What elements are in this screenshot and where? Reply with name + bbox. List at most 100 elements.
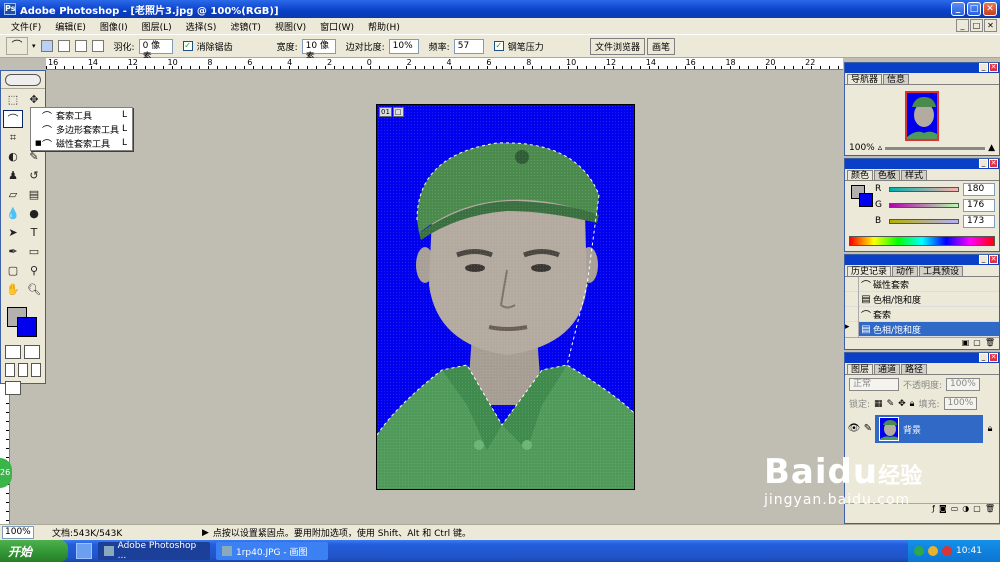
zoom-in-icon[interactable]: ▲ xyxy=(988,143,995,153)
tab-styles[interactable]: 样式 xyxy=(901,170,928,181)
tab-layers[interactable]: 图层 xyxy=(847,364,874,375)
history-brush-icon[interactable]: ↺ xyxy=(24,167,44,185)
image-canvas[interactable]: 01 □ xyxy=(376,104,635,490)
red-value-input[interactable]: 180 xyxy=(963,182,995,196)
tab-tool-presets[interactable]: 工具预设 xyxy=(919,266,964,277)
doc-size-readout[interactable]: 文档:543K/543K xyxy=(52,526,202,539)
lock-paint-icon[interactable]: ✎ xyxy=(887,399,895,409)
flyout-item-lasso[interactable]: ⌒ 套索工具 L xyxy=(31,108,132,123)
color-spectrum-bar[interactable] xyxy=(849,236,995,246)
fill-input[interactable]: 100% xyxy=(943,397,978,410)
doc-minimize-button[interactable]: _ xyxy=(956,19,969,32)
delete-layer-icon[interactable]: 🗑︎ xyxy=(985,504,995,515)
menu-filter[interactable]: 滤镜(T) xyxy=(223,20,268,33)
pen-tool-icon[interactable]: ✒ xyxy=(3,243,23,261)
pen-pressure-checkbox[interactable]: ✓ xyxy=(493,41,504,51)
new-document-icon[interactable]: ▢ xyxy=(973,338,981,349)
green-value-input[interactable]: 176 xyxy=(963,198,995,212)
toolbox-header[interactable] xyxy=(1,71,45,89)
tab-actions[interactable]: 动作 xyxy=(892,266,919,277)
panel-close-button[interactable]: ✕ xyxy=(989,159,998,168)
task-paint[interactable]: 1rp40.JPG - 画图 xyxy=(216,542,328,560)
opacity-input[interactable]: 100% xyxy=(946,378,980,391)
panel-minimize-button[interactable]: _ xyxy=(979,159,988,168)
history-source-cell[interactable] xyxy=(845,291,859,307)
doc-restore-button[interactable]: □ xyxy=(970,19,983,32)
new-selection-button[interactable] xyxy=(40,40,53,52)
zoom-tool-icon[interactable]: 🔍︎ xyxy=(24,281,44,299)
hand-tool-icon[interactable]: ✋ xyxy=(3,281,23,299)
feather-input[interactable]: 0 像素 xyxy=(138,38,173,62)
tab-paths[interactable]: 路径 xyxy=(901,364,928,375)
marquee-tool-icon[interactable]: ⬚ xyxy=(3,91,23,109)
jump-to-imageready-button[interactable] xyxy=(5,381,21,395)
new-snapshot-icon[interactable]: ▣ xyxy=(962,338,970,349)
edge-contrast-input[interactable]: 10% xyxy=(388,38,419,54)
menu-view[interactable]: 视图(V) xyxy=(268,20,313,33)
minimize-button[interactable]: _ xyxy=(951,2,965,16)
history-source-cell[interactable] xyxy=(845,306,859,322)
healing-brush-icon[interactable]: ◐ xyxy=(3,148,23,166)
dodge-tool-icon[interactable]: ● xyxy=(24,205,44,223)
brushes-tab[interactable]: 画笔 xyxy=(647,38,676,55)
flyout-item-polygonal-lasso[interactable]: ⌒ 多边形套索工具 L xyxy=(31,122,132,137)
lasso-tool-icon[interactable]: ⌒ xyxy=(3,110,23,128)
menu-layer[interactable]: 图层(L) xyxy=(135,20,179,33)
shape-tool-icon[interactable]: ▭ xyxy=(24,243,44,261)
file-browser-tab[interactable]: 文件浏览器 xyxy=(590,38,646,55)
start-button[interactable]: 开始 xyxy=(0,540,68,562)
tray-network-icon[interactable] xyxy=(914,546,924,556)
history-source-cell[interactable] xyxy=(845,276,859,292)
history-item-current[interactable]: ▸ ▤ 色相/饱和度 xyxy=(845,321,999,337)
lock-all-icon[interactable]: 🔒︎ xyxy=(910,399,915,409)
trash-icon[interactable]: 🗑︎ xyxy=(985,338,995,349)
quick-launch-icon[interactable] xyxy=(76,543,92,559)
tab-info[interactable]: 信息 xyxy=(883,74,910,85)
clone-stamp-icon[interactable]: ♟ xyxy=(3,167,23,185)
tray-ime-icon[interactable] xyxy=(928,546,938,556)
screen-mode-full-menu-button[interactable] xyxy=(18,363,28,377)
background-color-swatch[interactable] xyxy=(17,317,37,337)
panel-minimize-button[interactable]: _ xyxy=(979,63,988,72)
screen-mode-standard-button[interactable] xyxy=(5,363,15,377)
eyedropper-tool-icon[interactable]: ⚲ xyxy=(24,262,44,280)
panel-close-button[interactable]: ✕ xyxy=(989,255,998,264)
tray-security-icon[interactable] xyxy=(942,546,952,556)
adjustment-layer-icon[interactable]: ◑ xyxy=(962,504,969,515)
eraser-tool-icon[interactable]: ▱ xyxy=(3,186,23,204)
path-selection-icon[interactable]: ➤ xyxy=(3,224,23,242)
lock-transparency-icon[interactable]: ▦ xyxy=(874,399,883,409)
task-photoshop[interactable]: Adobe Photoshop ... xyxy=(98,541,210,561)
panel-close-button[interactable]: ✕ xyxy=(989,353,998,362)
new-layer-icon[interactable]: ▢ xyxy=(973,504,981,515)
panel-minimize-button[interactable]: _ xyxy=(979,255,988,264)
add-selection-button[interactable] xyxy=(57,40,70,52)
width-input[interactable]: 10 像素 xyxy=(301,38,336,62)
eye-icon[interactable]: 👁︎ xyxy=(847,415,861,443)
tab-swatches[interactable]: 色板 xyxy=(874,170,901,181)
menu-file[interactable]: 文件(F) xyxy=(4,20,48,33)
doc-close-button[interactable]: ✕ xyxy=(984,19,997,32)
navigator-zoom-value[interactable]: 100% xyxy=(849,143,875,153)
layer-row-background[interactable]: 👁︎ ✎ 背景 🔒︎ xyxy=(847,415,997,443)
navigator-zoom-slider[interactable] xyxy=(885,146,986,150)
screen-mode-full-button[interactable] xyxy=(31,363,41,377)
status-zoom-input[interactable]: 100% xyxy=(2,526,34,539)
crop-tool-icon[interactable]: ⌗ xyxy=(3,129,23,147)
menu-help[interactable]: 帮助(H) xyxy=(361,20,407,33)
blur-tool-icon[interactable]: 💧 xyxy=(3,205,23,223)
gradient-tool-icon[interactable]: ▤ xyxy=(24,186,44,204)
history-source-cell[interactable]: ▸ xyxy=(845,321,859,337)
zoom-out-icon[interactable]: ▵ xyxy=(878,143,883,153)
antialias-checkbox[interactable]: ✓ xyxy=(182,41,193,51)
subtract-selection-button[interactable] xyxy=(74,40,87,52)
menu-select[interactable]: 选择(S) xyxy=(179,20,224,33)
panel-close-button[interactable]: ✕ xyxy=(989,63,998,72)
navigator-thumbnail[interactable] xyxy=(905,91,939,141)
flyout-item-magnetic-lasso[interactable]: ■ ⌒ 磁性套索工具 L xyxy=(31,136,132,151)
clock[interactable]: 10:41 xyxy=(956,546,982,556)
intersect-selection-button[interactable] xyxy=(91,40,104,52)
brush-link-icon[interactable]: ✎ xyxy=(861,415,875,443)
green-slider[interactable] xyxy=(889,202,959,208)
frequency-input[interactable]: 57 xyxy=(453,38,484,54)
